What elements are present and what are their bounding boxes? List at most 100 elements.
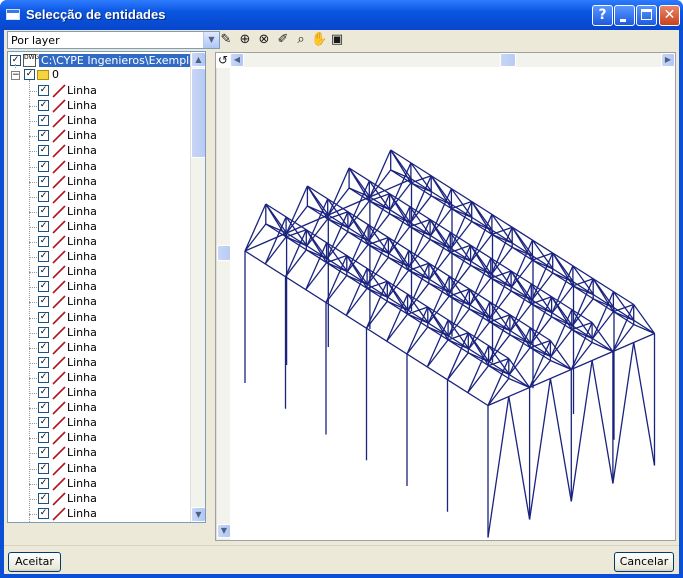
item-checkbox[interactable]: ✓ (38, 507, 49, 519)
root-label[interactable]: C:\CYPE Ingenieros\Exemplos\ (39, 54, 205, 67)
item-checkbox[interactable]: ✓ (38, 160, 49, 172)
select-by-window-icon[interactable]: ✎ (218, 31, 234, 49)
tree-scroll-thumb[interactable] (191, 68, 205, 158)
structure-member (551, 296, 573, 330)
list-item[interactable]: ✓ Linha (8, 190, 188, 205)
list-item[interactable]: ✓ Linha (8, 114, 188, 129)
item-checkbox[interactable]: ✓ (38, 236, 49, 247)
item-checkbox[interactable]: ✓ (38, 402, 49, 414)
list-item[interactable]: ✓ Linha (8, 175, 188, 190)
item-checkbox[interactable]: ✓ (38, 432, 49, 444)
viewport-scroll-down-icon[interactable]: ▼ (217, 524, 231, 538)
title-bar[interactable]: Selecção de entidades ? ✕ (0, 0, 683, 30)
item-checkbox[interactable]: ✓ (38, 417, 49, 429)
item-checkbox[interactable]: ✓ (38, 356, 49, 368)
list-item[interactable]: ✓ Linha (8, 341, 188, 356)
tree-connector (29, 423, 37, 425)
list-item[interactable]: ✓ Linha (8, 507, 188, 522)
list-item[interactable]: ✓ Linha (8, 99, 188, 114)
list-item[interactable]: ✓ Linha (8, 477, 188, 492)
views-icon[interactable]: ▣ (329, 31, 345, 49)
item-checkbox[interactable]: ✓ (38, 145, 49, 157)
layer-checkbox[interactable]: ✓ (24, 69, 35, 80)
tree-layer-row[interactable]: − ✓ 0 (8, 68, 188, 83)
pan-icon[interactable]: ✋ (311, 31, 327, 49)
undo-view-icon[interactable]: ↺ (216, 53, 230, 67)
item-checkbox[interactable]: ✓ (38, 326, 49, 338)
cancel-button[interactable]: Cancelar (614, 552, 674, 572)
item-checkbox[interactable]: ✓ (38, 387, 49, 398)
find-icon[interactable]: ⌕ (293, 31, 309, 49)
list-item[interactable]: ✓ Linha (8, 356, 188, 371)
list-item[interactable]: ✓ Linha (8, 205, 188, 220)
item-checkbox[interactable]: ✓ (38, 311, 49, 323)
entity-tree[interactable]: ✓ DWG C:\CYPE Ingenieros\Exemplos\ − ✓ 0… (7, 51, 206, 523)
item-checkbox[interactable]: ✓ (38, 130, 49, 142)
tree-scrollbar[interactable]: ▲ ▼ (190, 52, 205, 522)
line-entity-icon (52, 84, 66, 98)
close-button[interactable]: ✕ (659, 5, 680, 26)
scroll-up-icon[interactable]: ▲ (191, 52, 205, 67)
list-item[interactable]: ✓ Linha (8, 446, 188, 461)
item-checkbox[interactable]: ✓ (38, 205, 49, 217)
list-item[interactable]: ✓ Linha (8, 326, 188, 341)
list-item[interactable]: ✓ Linha (8, 416, 188, 431)
list-item[interactable]: ✓ Linha (8, 250, 188, 265)
item-checkbox[interactable]: ✓ (38, 251, 49, 263)
list-item[interactable]: ✓ Linha (8, 371, 188, 386)
list-item[interactable]: ✓ Linha (8, 386, 188, 401)
item-checkbox[interactable]: ✓ (38, 281, 49, 293)
filter-dropdown[interactable]: Por layer ▼ (7, 31, 220, 49)
list-item[interactable]: ✓ Linha (8, 280, 188, 295)
maximize-button[interactable] (636, 5, 657, 26)
line-entity-icon (52, 416, 66, 430)
list-item[interactable]: ✓ Linha (8, 462, 188, 477)
viewport-hscroll[interactable]: ◀ ▶ (230, 53, 675, 67)
collapse-icon[interactable]: − (11, 71, 20, 80)
list-item[interactable]: ✓ Linha (8, 295, 188, 310)
line-entity-icon (52, 310, 66, 325)
item-checkbox[interactable]: ✓ (38, 371, 49, 383)
item-checkbox[interactable]: ✓ (38, 492, 49, 504)
scroll-left-icon[interactable]: ◀ (230, 53, 244, 67)
minimize-button[interactable] (614, 5, 635, 26)
item-checkbox[interactable]: ✓ (38, 341, 49, 353)
item-checkbox[interactable]: ✓ (38, 266, 49, 278)
structure-member (390, 169, 635, 326)
viewport-vscroll-thumb[interactable] (217, 245, 231, 261)
drawing-viewport[interactable]: ↺ ◀ ▶ ▼ (215, 52, 676, 541)
list-item[interactable]: ✓ Linha (8, 160, 188, 175)
scroll-down-icon[interactable]: ▼ (191, 507, 205, 522)
item-checkbox[interactable]: ✓ (38, 115, 49, 127)
list-item[interactable]: ✓ Linha (8, 492, 188, 507)
list-item[interactable]: ✓ Linha (8, 401, 188, 416)
item-checkbox[interactable]: ✓ (38, 220, 49, 232)
list-item[interactable]: ✓ Linha (8, 84, 188, 99)
list-item[interactable]: ✓ Linha (8, 431, 188, 446)
list-item[interactable]: ✓ Linha (8, 235, 188, 250)
item-checkbox[interactable]: ✓ (38, 462, 49, 474)
help-button[interactable]: ? (592, 5, 613, 26)
list-item[interactable]: ✓ Linha (8, 265, 188, 280)
zoom-extents-icon[interactable]: ⊗ (256, 31, 272, 49)
zoom-window-icon[interactable]: ⊕ (237, 31, 253, 49)
item-checkbox[interactable]: ✓ (38, 85, 49, 96)
item-checkbox[interactable]: ✓ (38, 100, 49, 112)
tree-connector (29, 91, 37, 92)
list-item[interactable]: ✓ Linha (8, 311, 188, 326)
item-checkbox[interactable]: ✓ (38, 447, 49, 459)
accept-button[interactable]: Aceitar (8, 552, 61, 572)
list-item[interactable]: ✓ Linha (8, 144, 188, 159)
measure-icon[interactable]: ✐ (275, 31, 291, 49)
item-checkbox[interactable]: ✓ (38, 296, 49, 308)
viewport-vscroll[interactable]: ▼ (216, 68, 231, 540)
item-checkbox[interactable]: ✓ (38, 175, 49, 187)
scroll-right-icon[interactable]: ▶ (661, 53, 675, 67)
list-item[interactable]: ✓ Linha (8, 220, 188, 235)
item-checkbox[interactable]: ✓ (38, 477, 49, 489)
viewport-hscroll-thumb[interactable] (500, 53, 516, 67)
tree-root-row[interactable]: ✓ DWG C:\CYPE Ingenieros\Exemplos\ (8, 54, 205, 69)
item-checkbox[interactable]: ✓ (38, 190, 49, 202)
item-label: Linha (67, 204, 97, 218)
list-item[interactable]: ✓ Linha (8, 129, 188, 144)
